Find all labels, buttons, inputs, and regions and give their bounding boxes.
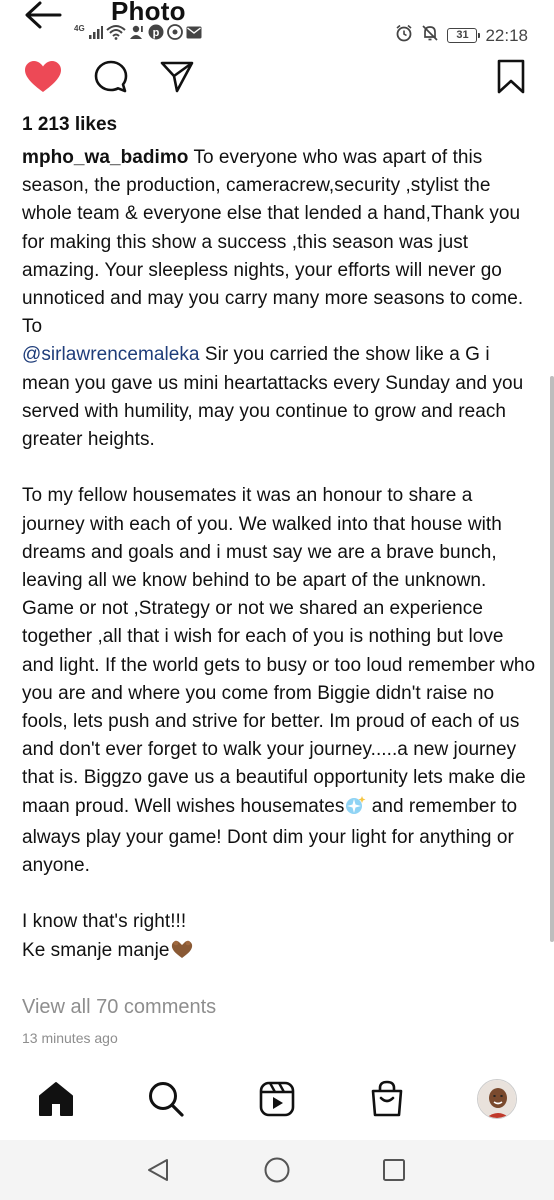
nav-back-icon[interactable] <box>142 1154 174 1186</box>
heart-hands-emoji-icon <box>170 939 194 968</box>
chat-icon <box>166 24 183 45</box>
nav-home-icon[interactable] <box>261 1154 293 1186</box>
wifi-icon <box>106 24 126 45</box>
post-caption: mpho_wa_badimo To everyone who was apart… <box>22 144 536 968</box>
post-actions <box>0 56 554 100</box>
status-left: 4G p <box>74 24 202 45</box>
post-timestamp: 13 minutes ago <box>22 1030 118 1046</box>
comment-icon[interactable] <box>92 58 130 96</box>
nav-recents-icon[interactable] <box>378 1154 410 1186</box>
bottom-tab-bar <box>0 1072 554 1132</box>
heart-icon[interactable] <box>24 58 62 96</box>
likes-count[interactable]: 1 213 likes <box>22 114 117 136</box>
signal-icon <box>88 25 103 44</box>
svg-text:p: p <box>152 27 159 39</box>
scrollbar[interactable] <box>550 376 554 942</box>
shop-icon[interactable] <box>366 1078 408 1120</box>
network-type-label: 4G <box>74 24 85 33</box>
view-comments-link[interactable]: View all 70 comments <box>22 996 216 1019</box>
share-icon[interactable] <box>158 58 196 96</box>
system-nav-bar <box>0 1140 554 1200</box>
bookmark-icon[interactable] <box>492 58 530 96</box>
profile-avatar[interactable] <box>476 1078 518 1120</box>
caption-text-1: To everyone who was apart of this season… <box>22 147 524 338</box>
battery-indicator: 31 <box>447 28 481 43</box>
mention-link[interactable]: @sirlawrencemaleka <box>22 344 200 365</box>
search-icon[interactable] <box>145 1078 187 1120</box>
caption-text-2: Sir you carried the show like a G i mean… <box>22 344 536 817</box>
home-icon[interactable] <box>35 1078 77 1120</box>
mute-icon <box>421 24 439 47</box>
sparkle-emoji-icon <box>344 795 366 824</box>
page-title: Photo <box>111 0 186 26</box>
user-notification-icon <box>129 24 145 45</box>
top-bar: Photo 4G p 31 22:18 <box>0 0 554 52</box>
caption-text-3: and remember to always play your game! D… <box>22 795 518 961</box>
alarm-icon <box>395 24 413 47</box>
mail-icon <box>186 26 202 44</box>
pinterest-icon: p <box>148 24 164 45</box>
status-right: 31 22:18 <box>395 24 528 47</box>
back-arrow-icon[interactable] <box>22 0 64 32</box>
reels-icon[interactable] <box>256 1078 298 1120</box>
username[interactable]: mpho_wa_badimo <box>22 147 188 168</box>
clock: 22:18 <box>485 25 528 45</box>
